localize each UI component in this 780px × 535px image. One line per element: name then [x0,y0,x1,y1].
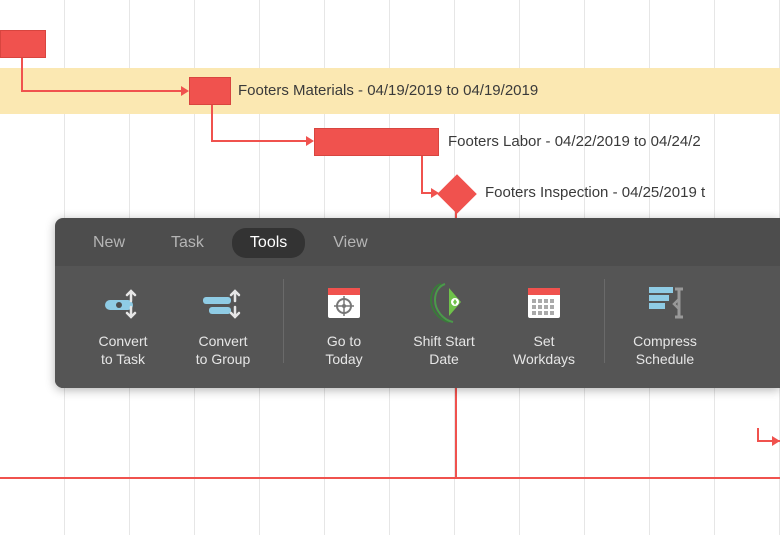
dependency-line [21,58,23,91]
shift-start-icon [421,274,467,332]
task-label: Footers Materials - 04/19/2019 to 04/19/… [238,82,538,99]
calendar-grid-icon [523,274,565,332]
tab-task[interactable]: Task [153,228,222,258]
arrow-head-icon [306,136,314,146]
tool-label: Go to Today [325,332,362,368]
tab-new[interactable]: New [75,228,143,258]
divider [283,279,284,363]
task-bar-footers-materials[interactable] [189,77,231,105]
convert-group-icon [199,274,247,332]
dependency-line [211,140,306,142]
task-bar-footers-labor[interactable] [314,128,439,156]
convert-task-icon [99,274,147,332]
task-bar[interactable] [0,30,46,58]
task-label: Footers Labor - 04/22/2019 to 04/24/2 [448,133,701,150]
go-to-today-button[interactable]: Go to Today [294,274,394,368]
toolbar-panel: New Task Tools View Convert to Task [55,218,780,388]
arrow-head-icon [431,188,439,198]
dependency-line [21,90,181,92]
arrow-head-icon [181,86,189,96]
tool-label: Shift Start Date [413,332,474,368]
tool-label: Convert to Group [196,332,250,368]
set-workdays-button[interactable]: Set Workdays [494,274,594,368]
arrow-head-icon [772,436,780,446]
compress-schedule-button[interactable]: Compress Schedule [615,274,715,368]
toolbar-tabs: New Task Tools View [55,218,780,266]
task-label: Footers Inspection - 04/25/2019 t [485,184,705,201]
dependency-line [421,156,423,193]
tool-label: Set Workdays [513,332,575,368]
convert-to-group-button[interactable]: Convert to Group [173,274,273,368]
tool-label: Compress Schedule [633,332,697,368]
tab-tools[interactable]: Tools [232,228,305,258]
divider [604,279,605,363]
convert-to-task-button[interactable]: Convert to Task [73,274,173,368]
calendar-target-icon [323,274,365,332]
compress-icon [641,274,689,332]
shift-start-date-button[interactable]: Shift Start Date [394,274,494,368]
dependency-line [211,105,213,142]
tools-row: Convert to Task Convert to Group [55,266,780,388]
tab-view[interactable]: View [315,228,385,258]
dependency-line [0,477,780,479]
tool-label: Convert to Task [98,332,147,368]
